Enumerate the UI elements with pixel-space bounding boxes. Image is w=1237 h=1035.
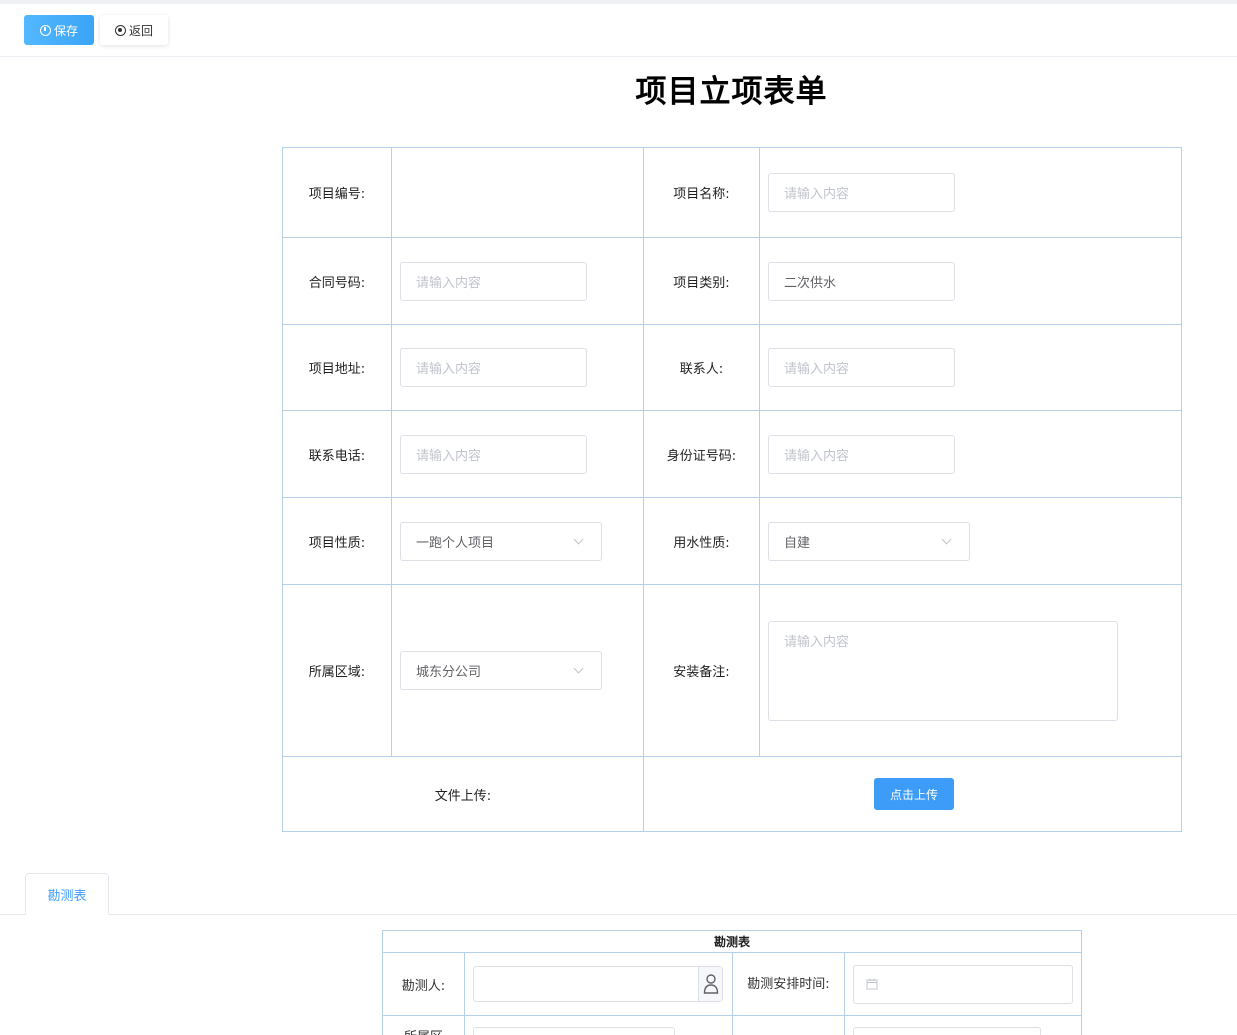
phone-label-cell: 联系电话:	[283, 411, 392, 497]
form-row: 项目编号: 项目名称: 请输入内容	[283, 148, 1181, 238]
chevron-down-icon	[573, 534, 584, 544]
contact-label: 联系人:	[679, 362, 724, 377]
id-number-label: 身份证号码:	[666, 448, 737, 464]
form-row: 项目地址: 请输入内容 联系人: 请输入内容	[283, 325, 1181, 411]
form-row: 所属区域: 城东分公司 安装备注: 请输入内容	[283, 585, 1181, 757]
project-type-cell: 二次供水	[760, 238, 1181, 324]
survey-table: 勘测表 勘测人: 勘测安排时间:	[382, 930, 1082, 1035]
upload-label: 文件上传:	[434, 788, 492, 804]
survey-region-cell	[465, 1016, 733, 1035]
install-note-label: 安装备注:	[673, 665, 730, 680]
project-nature-label-cell: 项目性质:	[283, 498, 392, 584]
id-number-cell: 请输入内容	[760, 411, 1181, 497]
contact-label-cell: 联系人:	[644, 325, 760, 410]
project-form: 项目编号: 项目名称: 请输入内容 合同号码: 请输入内容 项目类别: 二次供水…	[282, 147, 1182, 832]
form-row: 项目性质: 一跑个人项目 用水性质: 自建	[283, 498, 1181, 585]
region-select[interactable]: 城东分公司	[400, 651, 602, 690]
id-number-input[interactable]: 请输入内容	[768, 434, 955, 474]
survey-region-label-cell: 所属区	[383, 1016, 465, 1035]
back-button[interactable]: 返回	[100, 15, 168, 45]
project-address-input[interactable]: 请输入内容	[400, 348, 587, 387]
survey-blank-label-cell	[733, 1016, 845, 1035]
survey-title: 勘测表	[383, 931, 1081, 953]
project-type-label-cell: 项目类别:	[644, 238, 760, 324]
save-button[interactable]: 保存	[24, 15, 94, 45]
project-address-label: 项目地址:	[308, 362, 366, 377]
region-label: 所属区域:	[308, 665, 366, 680]
user-picker-button[interactable]	[698, 967, 722, 1001]
project-name-cell: 请输入内容	[760, 148, 1181, 237]
survey-region-label: 所属区	[404, 1026, 443, 1035]
survey-row: 勘测人: 勘测安排时间:	[383, 953, 1081, 1016]
tab-bar	[0, 914, 1237, 915]
schedule-date-input[interactable]	[853, 964, 1073, 1004]
project-nature-cell: 一跑个人项目	[392, 498, 644, 584]
install-note-cell: 请输入内容	[760, 585, 1181, 756]
contract-no-label: 合同号码:	[308, 275, 366, 291]
project-address-label-cell: 项目地址:	[283, 325, 392, 410]
phone-input[interactable]: 请输入内容	[400, 434, 587, 474]
contract-no-input[interactable]: 请输入内容	[400, 261, 587, 301]
save-button-label: 保存	[53, 23, 78, 38]
water-nature-select[interactable]: 自建	[768, 521, 970, 561]
back-circle-icon	[114, 24, 126, 36]
contact-cell: 请输入内容	[760, 325, 1181, 410]
surveyor-label-cell: 勘测人:	[383, 953, 465, 1015]
survey-row: 所属区	[383, 1016, 1081, 1035]
back-button-label: 返回	[128, 23, 153, 38]
tab-survey[interactable]: 勘测表	[25, 873, 109, 915]
project-name-label-cell: 项目名称:	[644, 148, 760, 237]
form-row: 联系电话: 请输入内容 身份证号码: 请输入内容	[283, 411, 1181, 498]
project-nature-select[interactable]: 一跑个人项目	[400, 521, 602, 561]
project-nature-value: 一跑个人项目	[416, 535, 495, 551]
project-name-input[interactable]: 请输入内容	[768, 173, 955, 212]
form-row: 合同号码: 请输入内容 项目类别: 二次供水	[283, 238, 1181, 325]
project-type-input[interactable]: 二次供水	[768, 261, 955, 301]
calendar-icon	[866, 978, 878, 990]
water-nature-cell: 自建	[760, 498, 1181, 584]
schedule-label: 勘测安排时间:	[747, 976, 830, 992]
install-note-textarea[interactable]: 请输入内容	[768, 620, 1118, 721]
phone-label: 联系电话:	[308, 448, 366, 464]
toolbar: 保存 返回	[0, 4, 1237, 57]
chevron-down-icon	[941, 534, 952, 544]
surveyor-input[interactable]	[473, 966, 723, 1002]
contact-input[interactable]: 请输入内容	[768, 348, 955, 387]
install-note-label-cell: 安装备注:	[644, 585, 760, 756]
project-nature-label: 项目性质:	[308, 535, 366, 551]
water-nature-label-cell: 用水性质:	[644, 498, 760, 584]
surveyor-cell	[465, 953, 733, 1015]
region-label-cell: 所属区域:	[283, 585, 392, 756]
project-type-label: 项目类别:	[673, 275, 730, 291]
schedule-label-cell: 勘测安排时间:	[733, 953, 845, 1015]
survey-region-select[interactable]	[473, 1027, 675, 1035]
id-number-label-cell: 身份证号码:	[644, 411, 760, 497]
user-icon	[703, 974, 718, 994]
upload-button[interactable]: 点击上传	[874, 778, 954, 810]
contract-no-label-cell: 合同号码:	[283, 238, 392, 324]
upload-label-cell: 文件上传:	[283, 757, 644, 831]
water-nature-value: 自建	[784, 535, 811, 551]
project-no-value	[392, 148, 644, 237]
project-no-label-cell: 项目编号:	[283, 148, 392, 237]
project-no-label: 项目编号:	[308, 187, 366, 202]
page-title: 项目立项表单	[635, 74, 828, 110]
water-nature-label: 用水性质:	[673, 535, 730, 551]
survey-field-input[interactable]	[853, 1027, 1041, 1035]
chevron-down-icon	[573, 663, 584, 674]
surveyor-label: 勘测人:	[401, 978, 446, 994]
project-address-cell: 请输入内容	[392, 325, 644, 410]
survey-blank-cell	[845, 1016, 1081, 1035]
project-name-label: 项目名称:	[673, 187, 730, 202]
clock-icon	[39, 24, 51, 36]
contract-no-cell: 请输入内容	[392, 238, 644, 324]
region-cell: 城东分公司	[392, 585, 644, 756]
upload-row: 文件上传: 点击上传	[283, 757, 1181, 831]
region-value: 城东分公司	[416, 665, 482, 680]
schedule-cell	[845, 953, 1081, 1015]
phone-cell: 请输入内容	[392, 411, 644, 497]
